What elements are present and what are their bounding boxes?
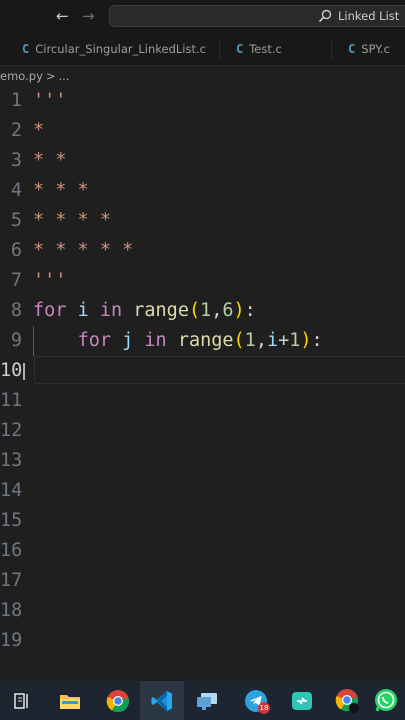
token-bracket: ) (233, 300, 245, 321)
token-punct: : (311, 330, 323, 351)
line-number: 17 (0, 570, 23, 591)
line-number-active: 10 (0, 360, 23, 381)
arrow-left-icon[interactable]: ← (56, 6, 69, 26)
code-line-4: * * * (33, 180, 89, 201)
token-bracket: ( (233, 330, 245, 351)
tab-divider (331, 40, 332, 60)
breadcrumb-symbol[interactable]: ... (59, 69, 70, 83)
token-punct: : (244, 300, 256, 321)
token-function: range (177, 330, 234, 351)
code-line-1: ''' (33, 90, 67, 111)
current-line-highlight (34, 356, 405, 384)
token-function: range (133, 300, 189, 321)
c-file-icon: C (348, 42, 356, 56)
notification-badge: 18 (258, 702, 270, 714)
token-keyword: for (77, 330, 111, 351)
token-variable: i (77, 300, 89, 321)
file-explorer-icon[interactable] (48, 681, 92, 720)
line-number: 9 (10, 330, 22, 351)
code-line-3: * * (33, 150, 67, 171)
line-number: 2 (10, 120, 22, 141)
token-bracket: ) (300, 330, 312, 351)
search-icon (318, 9, 332, 23)
code-line-9: for j in range(1,i+1): (33, 326, 323, 356)
line-number: 18 (0, 600, 23, 621)
search-text: Linked List (338, 9, 400, 23)
code-editor[interactable]: 1 2 3 4 5 6 7 8 9 10 11 12 13 14 15 16 1… (0, 86, 405, 666)
whatsapp-icon[interactable] (372, 681, 405, 720)
taskbar: 18 (0, 681, 405, 720)
token-number: 1 (200, 300, 212, 321)
tab-bar: C Circular_Singular_LinkedList.c C Test.c … (0, 34, 405, 66)
text-cursor (23, 363, 25, 380)
title-bar: ← → Linked List (0, 0, 405, 34)
line-number: 7 (10, 270, 22, 291)
code-line-6: * * * * * (33, 240, 134, 261)
chrome-icon[interactable] (96, 681, 140, 720)
c-file-icon: C (236, 42, 244, 56)
token-number: 1 (289, 330, 301, 351)
line-number: 6 (10, 240, 22, 261)
telegram-icon[interactable]: 18 (234, 681, 278, 720)
breadcrumb: emo.py >... (0, 66, 72, 86)
line-number: 3 (10, 150, 22, 171)
token-keyword: for (33, 300, 67, 321)
breadcrumb-file[interactable]: emo.py (0, 69, 43, 83)
line-number: 8 (10, 300, 22, 321)
token-number: 6 (222, 300, 234, 321)
line-number: 13 (0, 450, 23, 471)
line-number: 15 (0, 510, 23, 531)
sync-app-icon[interactable] (280, 681, 324, 720)
line-number: 16 (0, 540, 23, 561)
tab-divider (219, 40, 220, 60)
token-bracket: ( (188, 300, 201, 321)
code-line-8: for i in range(1,6): (33, 296, 256, 326)
tab-label: Circular_Singular_LinkedList.c (35, 42, 206, 56)
code-line-5: * * * * (33, 210, 111, 231)
breadcrumb-separator-icon: > (45, 69, 56, 83)
tab-spy[interactable]: C SPY.c (348, 34, 390, 65)
code-line-7: ''' (33, 270, 67, 291)
tab-circular-singular-linkedlist[interactable]: C Circular_Singular_LinkedList.c (22, 34, 206, 65)
code-line-2: * (33, 120, 45, 141)
line-number: 19 (0, 630, 23, 651)
chrome-profile-icon[interactable] (326, 681, 370, 720)
line-number: 4 (10, 180, 22, 201)
tab-label: Test.c (249, 42, 282, 56)
tab-label: SPY.c (361, 42, 390, 56)
token-punct: , (211, 300, 223, 321)
remote-desktop-icon[interactable] (186, 681, 230, 720)
token-operator: + (278, 330, 290, 351)
token-variable: i (266, 330, 279, 351)
line-number: 11 (0, 390, 23, 411)
token-variable: j (122, 330, 134, 351)
token-keyword: in (99, 300, 123, 321)
line-number: 1 (10, 90, 22, 111)
vscode-icon[interactable] (140, 681, 184, 720)
line-number: 5 (10, 210, 22, 231)
line-number: 12 (0, 420, 23, 441)
c-file-icon: C (22, 42, 30, 56)
task-view-icon[interactable] (0, 681, 44, 720)
token-keyword: in (144, 330, 167, 351)
token-punct: , (255, 330, 267, 351)
tab-test[interactable]: C Test.c (236, 34, 282, 65)
arrow-right-icon[interactable]: → (82, 6, 95, 26)
line-number: 14 (0, 480, 23, 501)
token-number: 1 (244, 330, 256, 351)
